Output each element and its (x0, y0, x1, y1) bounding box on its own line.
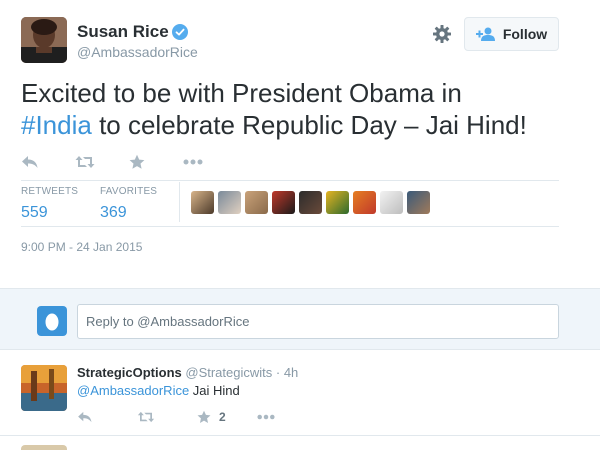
more-action[interactable] (183, 150, 237, 174)
gear-icon[interactable] (432, 24, 452, 44)
favorite-count: 2 (219, 410, 226, 424)
reply-icon (78, 411, 92, 423)
favoriter-avatar[interactable] (272, 191, 295, 214)
favorites-stat[interactable]: FAVORITES 369 (100, 186, 157, 222)
more-icon (183, 159, 203, 165)
mention-link[interactable]: @AmbassadorRice (77, 383, 189, 398)
add-user-icon (475, 27, 495, 41)
default-egg-avatar (37, 306, 67, 336)
author-avatar[interactable] (21, 17, 67, 63)
favoriters-avatars (191, 191, 430, 214)
next-reply-avatar[interactable] (21, 445, 67, 450)
tweet-text: Excited to be with President Obama in #I… (21, 77, 591, 141)
favorite-action[interactable] (129, 150, 183, 174)
retweet-action[interactable] (75, 150, 129, 174)
author-name[interactable]: Susan Rice (77, 22, 169, 42)
favoriter-avatar[interactable] (218, 191, 241, 214)
favoriter-avatar[interactable] (380, 191, 403, 214)
favorites-count: 369 (100, 204, 127, 221)
reply-action[interactable] (21, 150, 75, 174)
egg-icon (45, 313, 59, 331)
tweet-text-part-2: to celebrate Republic Day – Jai Hind! (91, 110, 527, 140)
favorites-label: FAVORITES (100, 186, 158, 197)
favoriter-avatar[interactable] (191, 191, 214, 214)
favoriter-avatar[interactable] (407, 191, 430, 214)
follow-button[interactable]: Follow (464, 17, 559, 51)
retweet-icon (75, 156, 95, 168)
reply-composer: Reply to @AmbassadorRice (0, 288, 600, 350)
reply-action[interactable] (77, 407, 137, 427)
star-icon (197, 410, 211, 423)
retweets-count: 559 (21, 204, 48, 221)
retweet-icon (137, 411, 155, 423)
reply-tweet-actions: 2 (77, 407, 317, 427)
divider (21, 180, 559, 181)
reply-author-name[interactable]: StrategicOptions (77, 365, 182, 380)
favorite-action[interactable]: 2 (197, 407, 257, 427)
reply-time[interactable]: · 4h (276, 365, 298, 380)
star-icon (129, 154, 145, 169)
next-reply-tweet (0, 437, 600, 450)
reply-input[interactable]: Reply to @AmbassadorRice (77, 304, 559, 339)
reply-icon (22, 156, 38, 168)
retweets-stat[interactable]: RETWEETS 559 (21, 186, 78, 222)
tweet-timestamp[interactable]: 9:00 PM - 24 Jan 2015 (21, 240, 142, 254)
tweet-text-part-1: Excited to be with President Obama in (21, 78, 462, 108)
follow-label: Follow (502, 26, 548, 42)
reply-author-handle[interactable]: @Strategicwits (185, 365, 272, 380)
reply-header: StrategicOptions @Strategicwits · 4h (77, 365, 298, 380)
reply-text-body: Jai Hind (189, 383, 240, 398)
author-handle[interactable]: @AmbassadorRice (77, 44, 198, 60)
stat-separator (179, 182, 180, 222)
verified-badge-icon (172, 24, 188, 40)
reply-text: @AmbassadorRice Jai Hind (77, 383, 240, 398)
favoriter-avatar[interactable] (245, 191, 268, 214)
reply-tweet: StrategicOptions @Strategicwits · 4h @Am… (0, 350, 600, 436)
tweet-actions (21, 150, 237, 174)
retweets-label: RETWEETS (21, 186, 79, 197)
favoriter-avatar[interactable] (353, 191, 376, 214)
reply-author-avatar[interactable] (21, 365, 67, 411)
more-icon (257, 414, 275, 420)
main-tweet: Susan Rice @AmbassadorRice Follow Excite (0, 0, 600, 288)
more-action[interactable] (257, 407, 317, 427)
hashtag-link[interactable]: #India (21, 110, 92, 140)
favoriter-avatar[interactable] (299, 191, 322, 214)
favoriter-avatar[interactable] (326, 191, 349, 214)
divider (21, 226, 559, 227)
retweet-action[interactable] (137, 407, 197, 427)
